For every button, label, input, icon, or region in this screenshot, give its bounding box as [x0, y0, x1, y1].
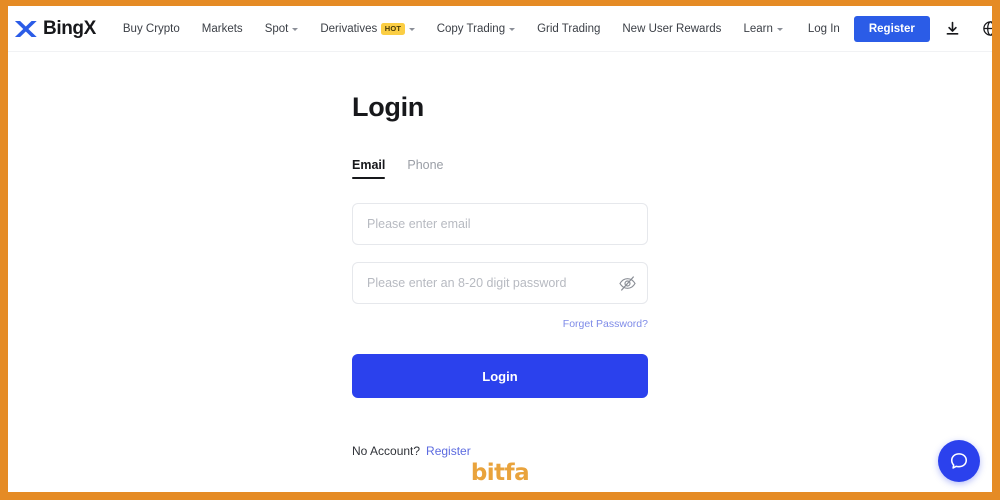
eye-off-icon	[618, 275, 636, 291]
register-link[interactable]: Register	[426, 444, 471, 458]
nav-item-label: Derivatives	[320, 22, 378, 35]
password-field[interactable]	[352, 262, 648, 304]
nav-item-label: Markets	[201, 22, 243, 35]
email-field[interactable]	[352, 203, 648, 245]
nav-item-derivatives[interactable]: Derivatives HOT	[309, 17, 425, 41]
bitfa-watermark: bitfa	[470, 460, 530, 486]
chevron-down-icon	[408, 28, 415, 31]
nav-primary-links: Buy Crypto Markets Spot Derivatives HOT …	[112, 17, 794, 41]
nav-item-label: Copy Trading	[436, 22, 506, 35]
bingx-logo[interactable]: BingX	[14, 18, 96, 40]
bingx-x-logo-icon	[14, 20, 37, 37]
chevron-down-icon	[509, 28, 516, 31]
nav-item-new-user-rewards[interactable]: New User Rewards	[611, 17, 732, 41]
toggle-password-visibility-button[interactable]	[613, 263, 647, 303]
forget-password-link[interactable]: Forget Password?	[563, 318, 648, 330]
screenshot-orange-frame: BingX Buy Crypto Markets Spot Derivative…	[0, 0, 1000, 500]
nav-item-markets[interactable]: Markets	[191, 17, 254, 41]
forget-password-row: Forget Password?	[352, 314, 648, 332]
login-submit-button[interactable]: Login	[352, 354, 648, 398]
login-card: Login Email Phone Please enter email Ple…	[352, 94, 652, 458]
top-navbar: BingX Buy Crypto Markets Spot Derivative…	[8, 6, 992, 52]
no-account-text: No Account?	[352, 444, 421, 458]
tab-phone[interactable]: Phone	[407, 158, 443, 179]
download-icon	[946, 21, 959, 35]
nav-item-label: Learn	[743, 22, 773, 35]
tab-email[interactable]: Email	[352, 158, 386, 179]
login-method-tabs: Email Phone	[352, 158, 652, 179]
nav-item-spot[interactable]: Spot	[254, 17, 310, 41]
no-account-row: No Account? Register	[352, 444, 652, 458]
language-selector-button[interactable]	[976, 14, 992, 44]
nav-item-label: Spot	[264, 22, 289, 35]
password-input[interactable]	[353, 263, 613, 303]
main-content: Login Email Phone Please enter email Ple…	[8, 52, 992, 492]
nav-item-label: Grid Trading	[537, 22, 601, 35]
bingx-login-page: BingX Buy Crypto Markets Spot Derivative…	[8, 6, 992, 492]
nav-actions: Log In Register	[794, 14, 992, 44]
nav-item-copy-trading[interactable]: Copy Trading	[426, 17, 526, 41]
nav-item-grid-trading[interactable]: Grid Trading	[526, 17, 611, 41]
globe-icon	[983, 21, 992, 36]
nav-item-label: New User Rewards	[622, 22, 722, 35]
nav-item-label: Buy Crypto	[122, 22, 180, 35]
hot-badge: HOT	[381, 22, 405, 35]
nav-item-buy-crypto[interactable]: Buy Crypto	[112, 17, 191, 41]
chat-bubble-icon	[950, 453, 968, 469]
register-button[interactable]: Register	[853, 15, 930, 42]
log-in-link[interactable]: Log In	[794, 17, 854, 41]
chevron-down-icon	[776, 28, 783, 31]
nav-item-learn[interactable]: Learn	[732, 17, 793, 41]
page-title: Login	[352, 92, 424, 122]
live-chat-button[interactable]	[938, 440, 980, 482]
download-app-button[interactable]	[938, 14, 968, 44]
email-input[interactable]	[353, 204, 647, 244]
brand-name: BingX	[43, 18, 96, 39]
chevron-down-icon	[292, 28, 299, 31]
